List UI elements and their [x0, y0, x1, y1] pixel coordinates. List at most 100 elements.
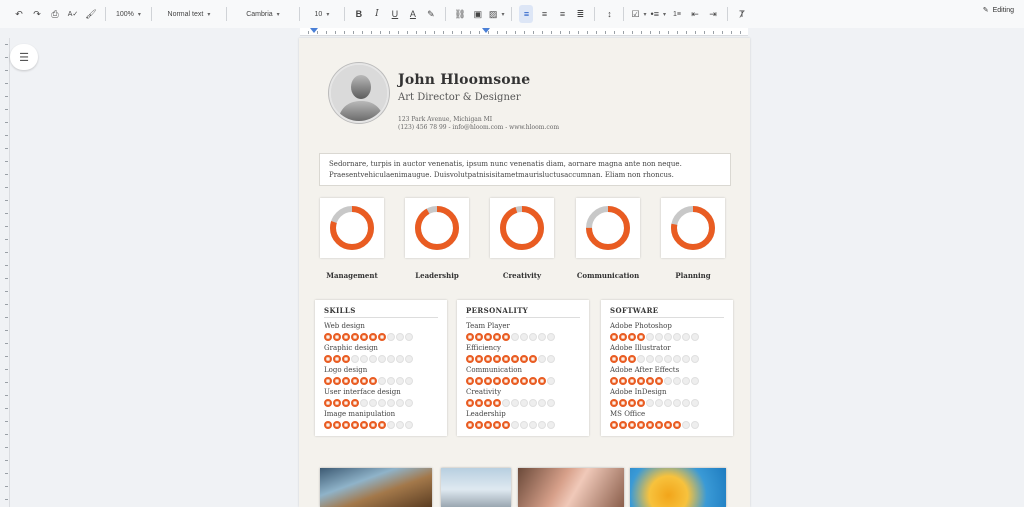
- rating-dot-empty: [547, 333, 555, 341]
- rating-dot-filled: [333, 399, 341, 407]
- rating-dots: [610, 375, 724, 387]
- undo-icon[interactable]: ↶: [12, 5, 26, 23]
- zoom-select[interactable]: 100%: [113, 5, 144, 23]
- rating-dot-empty: [405, 421, 413, 429]
- rating-dots: [466, 331, 580, 343]
- rating-dot-empty: [529, 421, 537, 429]
- ring-progress: [415, 206, 459, 250]
- ruler-tick: [443, 31, 444, 34]
- rating-dot-empty: [378, 377, 386, 385]
- donut-ring: [586, 206, 630, 250]
- document-page[interactable]: John Hloomsone Art Director & Designer 1…: [299, 38, 750, 507]
- ruler-tick: [5, 187, 8, 188]
- rating-dot-empty: [405, 333, 413, 341]
- document-outline-button[interactable]: ☰: [10, 44, 38, 70]
- text-color-icon[interactable]: A: [406, 5, 420, 23]
- underline-icon[interactable]: U: [388, 5, 402, 23]
- spellcheck-icon[interactable]: A✓: [66, 5, 80, 23]
- skill-name: Adobe InDesign: [610, 388, 667, 396]
- rating-dot-empty: [691, 399, 699, 407]
- rating-dot-filled: [324, 377, 332, 385]
- increase-indent-icon[interactable]: ⇥: [706, 5, 720, 23]
- ruler-tick: [5, 486, 8, 487]
- competency-label: Planning: [675, 271, 711, 280]
- justify-icon[interactable]: ≣: [573, 5, 587, 23]
- ruler-tick: [5, 343, 8, 344]
- numbered-list-icon[interactable]: 1≡: [670, 5, 684, 23]
- summary-line: Sedornare, turpis in auctor venenatis, i…: [329, 160, 682, 168]
- horizontal-ruler[interactable]: [300, 28, 748, 36]
- competency-label: Leadership: [415, 271, 459, 280]
- rating-dot-empty: [405, 355, 413, 363]
- skills-panel: SOFTWARE Adobe Photoshop Adobe Illustrator…: [601, 300, 733, 436]
- editing-mode-button[interactable]: ✎ Editing: [983, 6, 1014, 15]
- rating-dots: [324, 375, 438, 387]
- print-icon[interactable]: ⎙: [48, 5, 62, 23]
- highlight-icon[interactable]: ✎: [424, 5, 438, 23]
- toolbar-divider: [594, 7, 596, 21]
- redo-icon[interactable]: ↷: [30, 5, 44, 23]
- rating-dot-empty: [655, 399, 663, 407]
- bold-icon[interactable]: B: [352, 5, 366, 23]
- rating-dot-empty: [529, 333, 537, 341]
- panel-title: SOFTWARE: [610, 306, 724, 318]
- ruler-tick: [416, 31, 417, 34]
- rating-dot-empty: [360, 355, 368, 363]
- link-icon[interactable]: ⛓: [453, 5, 467, 23]
- align-left-icon[interactable]: ≡: [519, 5, 534, 23]
- paragraph-style-select[interactable]: Normal text: [159, 5, 219, 23]
- ruler-tick: [596, 31, 597, 34]
- rating-dot-empty: [538, 333, 546, 341]
- ruler-tick: [686, 31, 687, 34]
- ruler-tick: [461, 31, 462, 34]
- rating-dot-filled: [342, 377, 350, 385]
- rating-dot-empty: [673, 377, 681, 385]
- paint-format-icon[interactable]: 🖌: [84, 5, 98, 23]
- clear-formatting-icon[interactable]: Ⱦ: [735, 5, 749, 23]
- rating-dot-filled: [619, 421, 627, 429]
- ruler-tick: [5, 499, 8, 500]
- vertical-ruler[interactable]: [4, 38, 10, 507]
- checklist-icon[interactable]: ☑: [631, 5, 646, 23]
- rating-dot-empty: [646, 333, 654, 341]
- ruler-tick: [5, 96, 8, 97]
- font-size-select[interactable]: 10: [307, 5, 337, 23]
- font-select[interactable]: Cambria: [234, 5, 292, 23]
- competency-ring-card: [661, 198, 725, 258]
- candidate-title: Art Director & Designer: [398, 92, 521, 103]
- skill-name: User interface design: [324, 388, 401, 396]
- rating-dots: [466, 353, 580, 365]
- ruler-tick: [5, 239, 8, 240]
- comment-icon[interactable]: ▣: [471, 5, 485, 23]
- rating-dot-empty: [646, 399, 654, 407]
- decrease-indent-icon[interactable]: ⇤: [688, 5, 702, 23]
- ruler-tick: [551, 31, 552, 34]
- ruler-tick: [5, 135, 8, 136]
- rating-dot-empty: [520, 399, 528, 407]
- ruler-tick: [605, 31, 606, 34]
- skill-name: Adobe Illustrator: [610, 344, 671, 352]
- rating-dot-filled: [646, 421, 654, 429]
- ruler-tick: [308, 31, 309, 34]
- rating-dot-filled: [466, 333, 474, 341]
- rating-dot-filled: [529, 377, 537, 385]
- bulleted-list-icon[interactable]: •≡: [651, 5, 666, 23]
- line-spacing-icon[interactable]: ↕: [602, 5, 616, 23]
- rating-dot-empty: [360, 399, 368, 407]
- italic-icon[interactable]: I: [370, 5, 384, 23]
- ruler-tick: [632, 31, 633, 34]
- ruler-tick: [695, 31, 696, 34]
- image-icon[interactable]: ▨: [489, 5, 505, 23]
- toolbar-divider: [343, 7, 345, 21]
- rating-dot-empty: [682, 355, 690, 363]
- ruler-tick: [533, 31, 534, 34]
- rating-dot-filled: [511, 355, 519, 363]
- rating-dot-filled: [610, 399, 618, 407]
- rating-dot-empty: [691, 421, 699, 429]
- ruler-tick: [578, 31, 579, 34]
- ruler-tick: [407, 31, 408, 34]
- donut-ring: [330, 206, 374, 250]
- align-center-icon[interactable]: ≡: [537, 5, 551, 23]
- ruler-tick: [362, 31, 363, 34]
- align-right-icon[interactable]: ≡: [555, 5, 569, 23]
